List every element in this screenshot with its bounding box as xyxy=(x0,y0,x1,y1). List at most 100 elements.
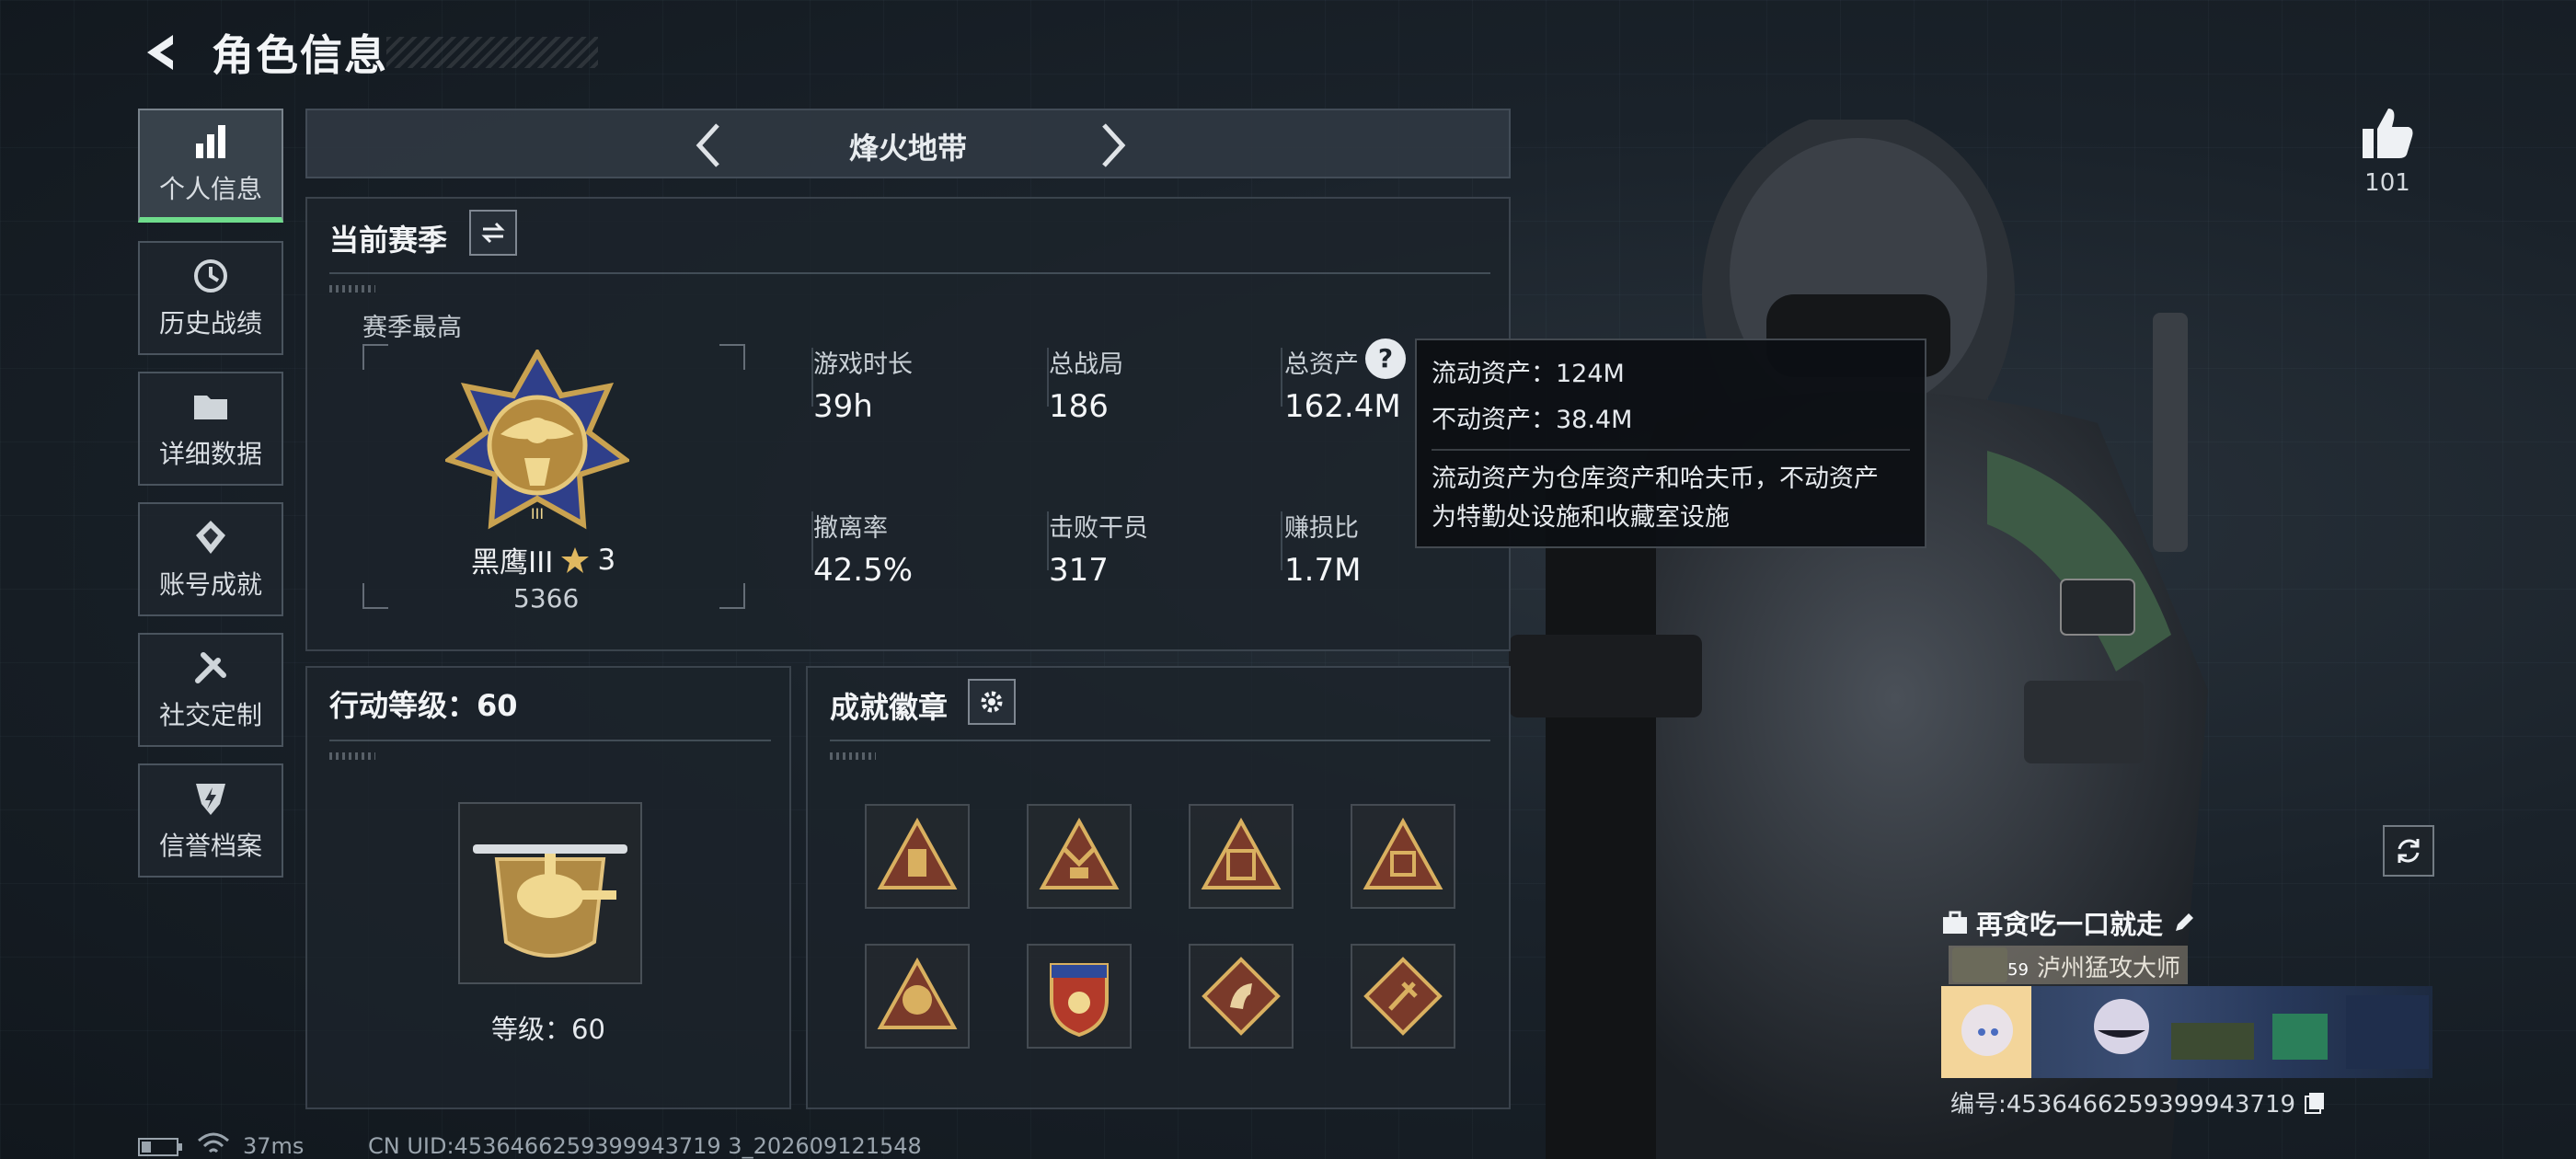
stat-label-profit-loss: 赚损比 xyxy=(1284,514,1359,543)
serial-number: 编号:4536466259399943719 xyxy=(1950,1091,2296,1119)
nav-label: 个人信息 xyxy=(158,174,262,204)
season-panel: 当前赛季 赛季最高 III 黑鹰III 3 5366 游戏时长 39h 总战局 … xyxy=(305,197,1511,651)
badge-slot[interactable] xyxy=(1351,804,1455,909)
nav-credit-record[interactable]: 信誉档案 xyxy=(138,763,283,878)
stat-separator xyxy=(1281,348,1282,407)
nav-social-custom[interactable]: 社交定制 xyxy=(138,633,283,747)
bar-chart-icon xyxy=(196,125,225,158)
decoration xyxy=(329,752,375,760)
achievement-icon xyxy=(196,521,225,554)
diamond-badge-icon xyxy=(1363,957,1443,1036)
rank-score: 5366 xyxy=(513,583,580,614)
triangle-badge-icon xyxy=(1363,817,1443,889)
nav-account-achievement[interactable]: 账号成就 xyxy=(138,502,283,616)
tooltip-liquid-assets: 流动资产：124M xyxy=(1432,360,1625,388)
uid-text: CN UID:4536466259399943719 3_20260912154… xyxy=(368,1133,922,1159)
refresh-button[interactable] xyxy=(2383,825,2434,877)
briefcase-icon xyxy=(1943,911,1967,934)
season-title: 当前赛季 xyxy=(329,223,448,258)
level-label: 等级：60 xyxy=(491,1014,605,1045)
stat-value-total-assets: 162.4M xyxy=(1284,388,1401,425)
action-level-panel: 行动等级：60 等级：60 xyxy=(305,666,791,1109)
badge-settings-button[interactable] xyxy=(968,679,1016,725)
page-title: 角色信息 xyxy=(212,30,388,80)
tooltip-fixed-assets: 不动资产：38.4M xyxy=(1432,406,1633,434)
refresh-icon xyxy=(2398,839,2420,863)
history-icon xyxy=(194,259,227,293)
nav-label: 社交定制 xyxy=(158,700,262,730)
player-tag: 59 泸州猛攻大师 xyxy=(1949,946,2188,984)
decoration xyxy=(830,752,876,760)
edit-pencil-icon[interactable] xyxy=(2170,909,2198,936)
thumbs-up-icon[interactable] xyxy=(2355,101,2420,166)
badge-slot[interactable] xyxy=(865,944,970,1049)
nav-detailed-data[interactable]: 详细数据 xyxy=(138,372,283,486)
stat-label-matches: 总战局 xyxy=(1049,350,1123,379)
frame-corner xyxy=(362,583,388,609)
stat-value-matches: 186 xyxy=(1049,388,1109,425)
badge-slot[interactable] xyxy=(1189,804,1294,909)
decoration xyxy=(329,285,375,293)
assets-tooltip: 流动资产：124M 不动资产：38.4M 流动资产为仓库资产和哈夫币，不动资产 … xyxy=(1415,339,1926,548)
mode-selector: 烽火地带 xyxy=(305,109,1511,178)
nav-label: 信誉档案 xyxy=(158,831,262,861)
badge-slot[interactable] xyxy=(1027,944,1132,1049)
avatar xyxy=(1952,947,2007,982)
stat-value-playtime: 39h xyxy=(813,388,873,425)
stat-separator xyxy=(1281,511,1282,570)
triangle-badge-icon xyxy=(1039,817,1120,889)
player-level: 59 xyxy=(2007,960,2029,980)
shield-icon xyxy=(196,784,225,815)
copy-icon[interactable] xyxy=(2303,1091,2327,1115)
nav-personal-info[interactable]: 个人信息 xyxy=(138,109,283,223)
frame-corner xyxy=(362,344,388,370)
tooltip-desc-line2: 为特勤处设施和收藏室设施 xyxy=(1432,503,1730,532)
badges-title: 成就徽章 xyxy=(830,690,949,725)
achievement-badges-panel: 成就徽章 xyxy=(806,666,1511,1109)
level-emblem-frame xyxy=(458,802,642,984)
tools-icon xyxy=(195,652,226,683)
tooltip-desc-line1: 流动资产为仓库资产和哈夫币，不动资产 xyxy=(1432,465,1879,493)
switch-season-button[interactable] xyxy=(469,210,517,256)
player-name: 泸州猛攻大师 xyxy=(2037,955,2181,982)
divider xyxy=(830,740,1490,741)
divider xyxy=(329,740,771,741)
nav-label: 历史战绩 xyxy=(158,308,262,339)
divider xyxy=(329,272,1490,274)
badge-slot[interactable] xyxy=(1189,944,1294,1049)
stat-value-profit-loss: 1.7M xyxy=(1284,552,1362,589)
fist-badge-icon xyxy=(877,957,958,1029)
team-name-row: 再贪吃一口就走 xyxy=(1941,903,2198,942)
next-mode-arrow-icon[interactable] xyxy=(1089,120,1135,171)
back-arrow-icon[interactable] xyxy=(138,29,184,75)
gear-icon xyxy=(981,691,1003,713)
triangle-badge-icon xyxy=(1201,817,1282,889)
nav-history-record[interactable]: 历史战绩 xyxy=(138,241,283,355)
star-icon xyxy=(561,546,590,573)
team-name: 再贪吃一口就走 xyxy=(1976,909,2164,940)
rank-emblem-icon: III xyxy=(445,350,629,530)
ping-text: 37ms xyxy=(243,1133,305,1159)
rank-stars: 3 xyxy=(597,543,616,577)
badge-slot[interactable] xyxy=(1027,804,1132,909)
diamond-badge-icon xyxy=(1202,957,1281,1036)
season-best-label: 赛季最高 xyxy=(362,314,462,342)
mode-title: 烽火地带 xyxy=(848,131,967,166)
swap-icon xyxy=(481,222,505,244)
stat-label-playtime: 游戏时长 xyxy=(813,350,913,379)
stat-label-kills: 击败干员 xyxy=(1049,514,1148,543)
badge-slot[interactable] xyxy=(1351,944,1455,1049)
divider xyxy=(1432,449,1910,451)
frame-corner xyxy=(719,344,745,370)
player-banner xyxy=(1941,986,2432,1078)
folder-icon xyxy=(194,396,227,419)
question-icon[interactable]: ? xyxy=(1365,339,1406,379)
badge-slot[interactable] xyxy=(865,804,970,909)
battery-icon xyxy=(138,1138,182,1156)
stat-label-extraction-rate: 撤离率 xyxy=(813,514,888,543)
nav-label: 详细数据 xyxy=(158,439,262,469)
nav-label: 账号成就 xyxy=(158,569,262,600)
rank-title: 黑鹰III 3 xyxy=(471,539,615,580)
rank-name: 黑鹰III xyxy=(471,546,554,580)
triangle-badge-icon xyxy=(877,817,958,889)
